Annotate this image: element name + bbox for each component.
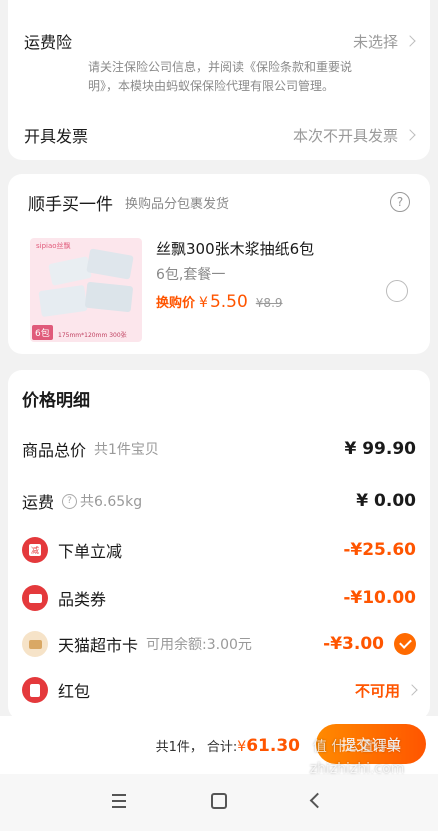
red-packet-row[interactable]: 红包 不可用 (8, 676, 430, 704)
chevron-right-icon (404, 129, 416, 141)
price-detail-title: 价格明细 (22, 391, 90, 411)
menu-icon[interactable] (112, 794, 126, 808)
footer-summary: 共1件， 合计: ¥ 61.30 (156, 736, 300, 756)
product-name[interactable]: 丝飘300张木浆抽纸6包 (156, 238, 314, 259)
chevron-right-icon (404, 35, 416, 47)
shipping-insurance-label: 运费险 (24, 33, 73, 52)
watermark: 值 什么值得买 zhizhizhi.com (309, 739, 405, 777)
question-circle-icon[interactable]: ? (62, 493, 78, 509)
back-icon[interactable] (309, 792, 326, 809)
shipping-insurance-row[interactable]: 运费险 未选择 (8, 26, 430, 56)
invoice-row[interactable]: 开具发票 本次不开具发票 (8, 120, 430, 150)
footer-currency: ¥ (237, 739, 247, 755)
tissue-box-4 (84, 281, 134, 313)
total-row: 商品总价 共1件宝贝 ¥ 99.90 (8, 436, 430, 462)
shipping-label: 运费 (22, 493, 55, 512)
shipping-insurance-value: 未选择 (352, 32, 398, 51)
footer-count: 共1件， (155, 740, 203, 755)
supermarket-card-value: -¥3.00 (323, 634, 384, 654)
product-caption: 175mm*120mm 300张 (58, 332, 127, 339)
product-badge: 6包 (32, 325, 53, 340)
instant-discount-label: 下单立减 (58, 542, 123, 561)
question-circle-icon[interactable]: ? (390, 192, 410, 212)
shipping-value: ¥ 0.00 (356, 491, 416, 511)
price-value: 5.50 (209, 292, 248, 312)
checkmark-icon[interactable] (394, 633, 416, 655)
total-label: 商品总价 (22, 441, 87, 460)
original-price: ¥8.9 (255, 296, 283, 310)
order-options-card: 运费险 未选择 请关注保险公司信息，并阅读《保险条款和重要说 明》，本模块由蚂蚁… (8, 0, 430, 160)
add-on-card: 顺手买一件 换购品分包裹发货 ? sipiao丝飘 6包 175mm*120mm… (8, 174, 430, 354)
invoice-label: 开具发票 (24, 127, 89, 146)
shipping-sub: 共6.65kg (80, 494, 143, 510)
red-packet-value: 不可用 (354, 681, 400, 700)
price-currency: ¥ (199, 295, 208, 311)
card-icon (22, 631, 48, 657)
tissue-box-2 (86, 248, 134, 280)
add-on-select-radio[interactable] (386, 280, 408, 302)
price-detail-card: 价格明细 商品总价 共1件宝贝 ¥ 99.90 运费 ? 共6.65kg ¥ 0… (8, 370, 430, 720)
insurance-note: 请关注保险公司信息，并阅读《保险条款和重要说 明》，本模块由蚂蚁保保险代理有限公… (88, 58, 418, 96)
product-price-row: 换购价 ¥ 5.50 ¥8.9 (156, 292, 283, 312)
discount-icon: 减 (22, 537, 48, 563)
category-coupon-value: -¥10.00 (343, 588, 416, 608)
supermarket-card-label: 天猫超市卡 (58, 636, 139, 655)
product-image[interactable]: sipiao丝飘 6包 175mm*120mm 300张 (30, 238, 142, 342)
tissue-box-3 (38, 284, 88, 318)
price-label: 换购价 (156, 296, 196, 311)
invoice-value: 本次不开具发票 (292, 126, 398, 145)
home-icon[interactable] (211, 793, 227, 809)
supermarket-card-row[interactable]: 天猫超市卡 可用余额:3.00元 -¥3.00 (8, 630, 430, 658)
insurance-note-line1: 请关注保险公司信息，并阅读《保险条款和重要说 (88, 60, 353, 74)
add-on-title: 顺手买一件 (28, 194, 113, 215)
footer-total-label: 合计: (206, 740, 238, 755)
red-packet-label: 红包 (58, 682, 91, 701)
system-nav-bar (0, 774, 438, 831)
shipping-row: 运费 ? 共6.65kg ¥ 0.00 (8, 488, 430, 514)
total-value: ¥ 99.90 (344, 439, 416, 459)
instant-discount-row: 减 下单立减 -¥25.60 (8, 536, 430, 564)
product-spec: 6包,套餐一 (156, 267, 226, 283)
chevron-right-icon (406, 684, 418, 696)
insurance-note-line2: 明》，本模块由蚂蚁保保险代理有限公司管理。 (88, 79, 335, 93)
add-on-header: 顺手买一件 换购品分包裹发货 ? (8, 188, 430, 216)
instant-discount-value: -¥25.60 (343, 540, 416, 560)
tissue-box-1 (48, 256, 92, 286)
category-coupon-label: 品类券 (58, 590, 107, 609)
add-on-subtitle: 换购品分包裹发货 (125, 196, 230, 212)
red-packet-icon (22, 677, 48, 703)
product-brand-logo: sipiao丝飘 (36, 242, 71, 250)
category-coupon-row[interactable]: 品类券 -¥10.00 (8, 584, 430, 612)
supermarket-card-sub: 可用余额:3.00元 (146, 637, 252, 653)
coupon-icon (22, 585, 48, 611)
total-sub: 共1件宝贝 (94, 442, 159, 458)
